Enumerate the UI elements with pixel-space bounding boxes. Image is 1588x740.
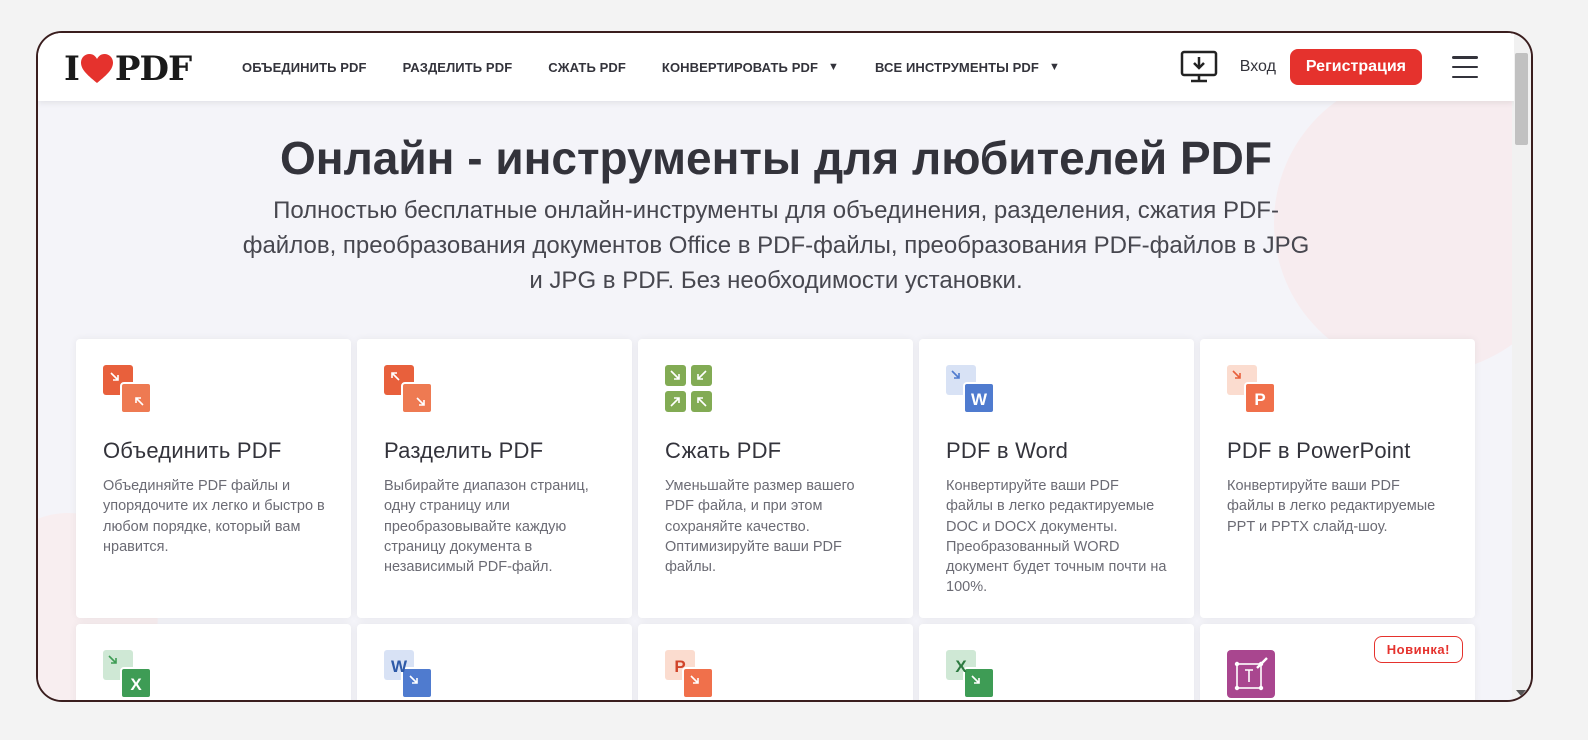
tool-card-powerpoint-to-pdf[interactable]: P — [638, 624, 913, 700]
nav-label: ОБЪЕДИНИТЬ PDF — [242, 59, 367, 75]
scrollbar-thumb[interactable] — [1515, 53, 1528, 145]
nav-label: ВСЕ ИНСТРУМЕНТЫ PDF — [875, 59, 1039, 75]
tool-title: Объединить PDF — [103, 438, 282, 463]
pdf-to-powerpoint-icon: P — [1227, 365, 1276, 414]
split-icon — [384, 365, 433, 414]
tool-card-merge-pdf[interactable]: Объединить PDF Объединяйте PDF файлы и у… — [76, 339, 351, 618]
scroll-down-arrow-icon[interactable] — [1516, 690, 1526, 696]
desktop-download-icon[interactable] — [1180, 50, 1218, 84]
nav-label: СЖАТЬ PDF — [548, 59, 626, 75]
page: I PDF ОБЪЕДИНИТЬ PDF РАЗДЕЛИТЬ PDF СЖАТЬ… — [38, 33, 1514, 700]
svg-text:X: X — [130, 675, 142, 694]
nav-split-pdf[interactable]: РАЗДЕЛИТЬ PDF — [403, 60, 513, 75]
svg-text:W: W — [971, 390, 988, 409]
tool-card-pdf-to-powerpoint[interactable]: P PDF в PowerPoint Конвертируйте ваши PD… — [1200, 339, 1475, 618]
nav-merge-pdf[interactable]: ОБЪЕДИНИТЬ PDF — [242, 60, 367, 75]
svg-text:W: W — [391, 657, 408, 676]
merge-icon — [103, 365, 152, 414]
powerpoint-to-pdf-icon: P — [665, 650, 714, 699]
tool-card-pdf-to-excel[interactable]: X — [76, 624, 351, 700]
compress-icon — [665, 365, 712, 412]
page-title: Онлайн - инструменты для любителей PDF — [280, 132, 1272, 184]
tool-card-excel-to-pdf[interactable]: X — [919, 624, 1194, 700]
word-to-pdf-icon: W — [384, 650, 433, 699]
nav-all-tools-dropdown[interactable]: ВСЕ ИНСТРУМЕНТЫ PDF ▼ — [875, 60, 1060, 75]
tool-description: Объединяйте PDF файлы и упорядочите их л… — [103, 478, 325, 555]
pdf-to-word-icon: W — [946, 365, 995, 414]
tool-card-word-to-pdf[interactable]: W — [357, 624, 632, 700]
ilovepdf-logo[interactable]: I PDF — [64, 49, 192, 89]
hamburger-menu-icon[interactable] — [1452, 56, 1478, 78]
page-subtitle: Полностью бесплатные онлайн-инструменты … — [242, 197, 1310, 294]
tool-description: Конвертируйте ваши PDF файлы в легко ред… — [946, 478, 1167, 596]
tool-card-split-pdf[interactable]: Разделить PDF Выбирайте диапазон страниц… — [357, 339, 632, 618]
svg-text:P: P — [674, 657, 685, 676]
logo-text-pdf: PDF — [114, 49, 192, 89]
nav-label: КОНВЕРТИРОВАТЬ PDF — [661, 59, 818, 75]
vertical-scrollbar[interactable] — [1512, 33, 1531, 700]
heart-icon — [80, 54, 113, 83]
login-link[interactable]: Вход — [1240, 58, 1276, 76]
pdf-to-excel-icon: X — [103, 650, 152, 699]
logo-text-i: I — [64, 49, 80, 89]
signup-button[interactable]: Регистрация — [1289, 49, 1422, 85]
caret-down-icon: ▼ — [828, 61, 839, 73]
tool-title: Разделить PDF — [384, 438, 544, 463]
browser-frame: I PDF ОБЪЕДИНИТЬ PDF РАЗДЕЛИТЬ PDF СЖАТЬ… — [36, 31, 1533, 702]
main-nav: ОБЪЕДИНИТЬ PDF РАЗДЕЛИТЬ PDF СЖАТЬ PDF К… — [242, 33, 1096, 101]
svg-text:X: X — [955, 657, 967, 676]
caret-down-icon: ▼ — [1048, 61, 1060, 73]
tool-description: Уменьшайте размер вашего PDF файла, и пр… — [665, 478, 855, 576]
header-actions: Вход Регистрация — [1180, 33, 1478, 101]
svg-text:P: P — [1254, 390, 1265, 409]
tool-card-pdf-to-word[interactable]: W PDF в Word Конвертируйте ваши PDF файл… — [919, 339, 1194, 618]
nav-convert-pdf-dropdown[interactable]: КОНВЕРТИРОВАТЬ PDF ▼ — [662, 60, 839, 75]
tool-description: Конвертируйте ваши PDF файлы в легко ред… — [1227, 478, 1436, 535]
excel-to-pdf-icon: X — [946, 650, 995, 699]
tool-title: PDF в PowerPoint — [1227, 438, 1411, 463]
tool-description: Выбирайте диапазон страниц, одну страниц… — [384, 478, 589, 576]
tool-card-edit-pdf[interactable]: Новинка! — [1200, 624, 1475, 700]
tool-card-compress-pdf[interactable]: Сжать PDF Уменьшайте размер вашего PDF ф… — [638, 339, 913, 618]
edit-pdf-icon — [1227, 650, 1275, 698]
nav-compress-pdf[interactable]: СЖАТЬ PDF — [548, 60, 626, 75]
nav-label: РАЗДЕЛИТЬ PDF — [402, 59, 513, 75]
tool-title: Сжать PDF — [665, 438, 782, 463]
top-navbar: I PDF ОБЪЕДИНИТЬ PDF РАЗДЕЛИТЬ PDF СЖАТЬ… — [38, 33, 1514, 101]
new-badge: Новинка! — [1373, 636, 1463, 663]
tool-title: PDF в Word — [946, 438, 1069, 463]
